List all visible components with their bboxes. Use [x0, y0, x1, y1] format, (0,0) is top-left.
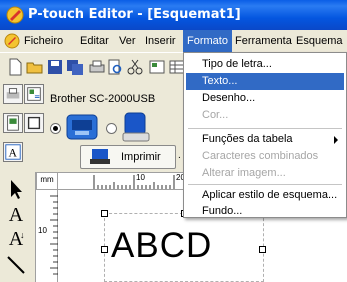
print-icon[interactable]	[88, 58, 106, 76]
menu-ferramenta[interactable]: Ferramenta	[231, 30, 296, 52]
print-preview-icon[interactable]	[106, 58, 124, 76]
ruler-unit-corner: mm	[36, 172, 58, 190]
save-icon[interactable]	[46, 58, 64, 76]
layout-grid-icon[interactable]	[24, 84, 44, 104]
ruler-mark-10: 10	[136, 173, 145, 182]
menu-separator	[188, 128, 342, 129]
menu-item-texto[interactable]: Texto...	[186, 73, 344, 90]
printer-radio-sc2000[interactable]	[50, 123, 61, 134]
menu-item-alterar-imagem[interactable]: Alterar imagem...	[186, 165, 344, 182]
app-window: P-touch Editor - [Esquemat1] Ficheiro Ed…	[0, 0, 347, 282]
title-bar[interactable]: P-touch Editor - [Esquemat1]	[0, 0, 347, 30]
menu-editar[interactable]: Editar	[76, 30, 113, 52]
resize-handle-ml[interactable]	[101, 246, 108, 253]
label-text: ABCD	[111, 226, 213, 265]
print-button-icon	[90, 149, 110, 164]
menu-bar: Ficheiro Editar Ver Inserir Formato Ferr…	[0, 30, 347, 52]
printer-panel: Brother SC-2000USB A Imprimir .	[0, 80, 185, 172]
menu-item-fundo[interactable]: Fundo...	[186, 203, 344, 220]
menu-inserir[interactable]: Inserir	[141, 30, 180, 52]
line-tool-icon[interactable]	[4, 254, 28, 276]
app-icon	[6, 6, 24, 24]
menu-esquema[interactable]: Esquema	[292, 30, 346, 52]
new-file-icon[interactable]	[6, 58, 24, 76]
open-folder-icon[interactable]	[26, 58, 44, 76]
menu-item-tipo-de-letra[interactable]: Tipo de letra...	[186, 56, 344, 73]
printer-setup-icon[interactable]	[3, 84, 23, 104]
menu-item-aplicar-estilo[interactable]: Aplicar estilo de esquema...	[186, 187, 344, 204]
save-all-icon[interactable]	[66, 58, 84, 76]
drawing-tools: A A ↓	[0, 172, 36, 282]
menu-item-cor[interactable]: Cor...	[186, 107, 344, 124]
vruler-mark-10: 10	[38, 226, 47, 235]
menu-item-funcoes-label: Funções da tabela	[202, 133, 293, 145]
vertical-ruler: 10	[36, 190, 58, 282]
frame-icon[interactable]	[24, 113, 44, 133]
print-button[interactable]: Imprimir	[80, 145, 176, 169]
menu-item-funcoes-da-tabela[interactable]: Funções da tabela	[186, 131, 344, 148]
menu-item-caracteres-combinados[interactable]: Caracteres combinados	[186, 148, 344, 165]
page-setup-icon[interactable]	[3, 113, 23, 133]
document-icon[interactable]	[4, 33, 20, 49]
menu-ver[interactable]: Ver	[115, 30, 140, 52]
menu-separator	[188, 184, 342, 185]
svg-text:A: A	[9, 147, 18, 160]
formato-menu: Tipo de letra... Texto... Desenho... Cor…	[183, 52, 347, 218]
vertical-ruler-ticks	[50, 195, 58, 275]
more-options-ellipsis[interactable]: .	[178, 150, 181, 161]
submenu-arrow-icon	[334, 136, 338, 144]
label-printer-icon[interactable]	[63, 111, 101, 143]
text-tool-icon[interactable]: A	[4, 204, 28, 226]
layout-icon[interactable]	[148, 58, 166, 76]
cut-icon[interactable]	[126, 58, 144, 76]
text-object[interactable]: ABCD	[101, 210, 266, 282]
resize-handle-tl[interactable]	[101, 210, 108, 217]
desktop-printer-icon[interactable]	[119, 111, 153, 143]
select-arrow-icon[interactable]	[4, 178, 28, 200]
menu-formato[interactable]: Formato	[183, 30, 232, 52]
print-button-label: Imprimir	[121, 151, 161, 163]
printer-radio-alt[interactable]	[106, 123, 117, 134]
vertical-text-tool-icon[interactable]: A ↓	[4, 228, 28, 250]
text-frame-icon[interactable]: A	[3, 142, 23, 162]
printer-name: Brother SC-2000USB	[50, 93, 156, 105]
resize-handle-mr[interactable]	[259, 246, 266, 253]
menu-item-desenho[interactable]: Desenho...	[186, 90, 344, 107]
menu-ficheiro[interactable]: Ficheiro	[20, 30, 67, 52]
window-title: P-touch Editor - [Esquemat1]	[28, 7, 241, 22]
